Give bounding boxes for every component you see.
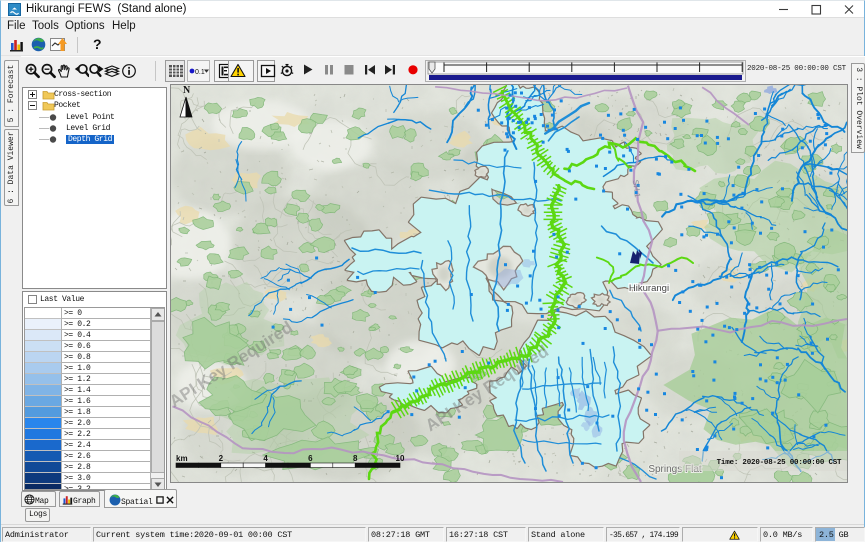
- svg-text:4: 4: [263, 454, 268, 463]
- svg-text:Hikurangi: Hikurangi: [629, 283, 669, 294]
- svg-text:2: 2: [219, 454, 224, 463]
- svg-text:km: km: [176, 454, 188, 463]
- svg-text:10: 10: [396, 454, 405, 463]
- svg-text:N: N: [183, 85, 191, 96]
- svg-text:8: 8: [353, 454, 358, 463]
- svg-text:0.1: 0.1: [195, 69, 205, 76]
- svg-text:6: 6: [308, 454, 313, 463]
- svg-text:Time: 2020-08-25 00:00:00 CST: Time: 2020-08-25 00:00:00 CST: [717, 459, 842, 467]
